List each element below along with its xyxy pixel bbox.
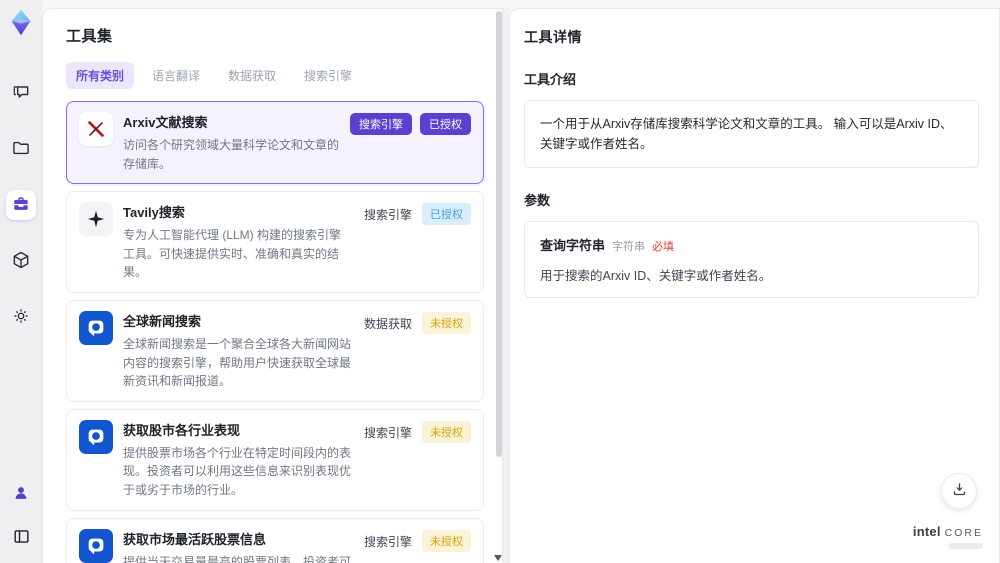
detail-title: 工具详情 (524, 29, 582, 45)
tool-list: Arxiv文献搜索 访问各个研究领域大量科学论文和文章的存储库。 搜索引擎 已授… (66, 101, 496, 563)
tool-name: 获取股市各行业表现 (123, 422, 241, 438)
sidebar-item-profile[interactable] (6, 479, 36, 509)
sidebar-item-packages[interactable] (6, 246, 36, 276)
tool-card-arxiv[interactable]: Arxiv文献搜索 访问各个研究领域大量科学论文和文章的存储库。 搜索引擎 已授… (66, 101, 484, 185)
tool-detail-panel: 工具详情 工具介绍 一个用于从Arxiv存储库搜索科学论文和文章的工具。 输入可… (509, 8, 1000, 563)
tool-card-active-stocks[interactable]: 获取市场最活跃股票信息 提供当天交易量最高的股票列表，投资者可以利用这些信息来识… (66, 517, 484, 563)
tool-desc: 全球新闻搜索是一个聚合全球各大新闻网站内容的搜索引擎，帮助用户快速获取全球最新资… (123, 336, 352, 389)
tool-card-tavily[interactable]: Tavily搜索 专为人工智能代理 (LLM) 构建的搜索引擎工具。可快速提供实… (66, 191, 484, 293)
arxiv-icon (79, 112, 113, 146)
toolbox-icon (11, 194, 31, 217)
sidebar-item-collapse[interactable] (6, 523, 36, 553)
page-title: 工具集 (66, 28, 113, 45)
tool-desc: 访问各个研究领域大量科学论文和文章的存储库。 (123, 138, 340, 171)
param-box: 查询字符串 字符串 必填 用于搜索的Arxiv ID、关键字或作者姓名。 (524, 221, 979, 298)
tool-card-stock-industry[interactable]: 获取股市各行业表现 提供股票市场各个行业在特定时间段内的表现。投资者可以利用这些… (66, 408, 484, 511)
tab-language-translation[interactable]: 语言翻译 (142, 62, 210, 89)
scrollbar-thumb[interactable] (496, 11, 502, 458)
category-label: 搜索引擎 (363, 534, 412, 549)
tool-list-panel: 工具集 所有类别 语言翻译 数据获取 搜索引擎 Arxiv文献搜索 访问各个研究… (42, 8, 503, 563)
tool-name: Arxiv文献搜索 (123, 115, 208, 130)
news-app-icon (79, 419, 113, 454)
tool-name: Tavily搜索 (123, 205, 185, 221)
category-label: 搜索引擎 (363, 208, 412, 223)
param-name: 查询字符串 (540, 238, 606, 253)
user-icon (11, 483, 31, 506)
news-app-icon (79, 528, 113, 563)
folder-icon (11, 138, 31, 161)
tool-desc: 提供当天交易量最高的股票列表，投资者可以利用这些信息来识别流动性强的股票和潜在的… (123, 554, 352, 563)
news-app-icon (79, 310, 113, 345)
intel-core-logo: intel CORE (913, 525, 983, 549)
param-header-row: 查询字符串 字符串 必填 (540, 235, 963, 255)
status-badge: 未授权 (422, 529, 471, 552)
tool-name: 全球新闻搜索 (123, 313, 202, 329)
tool-desc: 专为人工智能代理 (LLM) 构建的搜索引擎工具。可快速提供实时、准确和真实的结… (123, 228, 342, 280)
params-section-header: 参数 (524, 193, 551, 208)
download-icon (951, 481, 968, 501)
cube-icon (11, 250, 31, 273)
tab-data-fetch[interactable]: 数据获取 (218, 62, 286, 89)
core-wordmark: CORE (944, 527, 983, 540)
chat-icon (11, 82, 31, 105)
sidebar-item-tools[interactable] (6, 190, 36, 220)
app-window: 工具集 所有类别 语言翻译 数据获取 搜索引擎 Arxiv文献搜索 访问各个研究… (0, 0, 1000, 563)
sidebar-item-files[interactable] (6, 134, 36, 164)
panel-toggle-icon (12, 527, 31, 549)
intel-sub-badge (949, 543, 983, 549)
category-label: 搜索引擎 (363, 425, 412, 440)
category-tabs: 所有类别 语言翻译 数据获取 搜索引擎 (66, 62, 496, 89)
intel-wordmark: intel (912, 524, 941, 540)
status-badge: 未授权 (422, 420, 471, 443)
app-logo-icon[interactable] (6, 8, 36, 38)
gear-icon (11, 306, 31, 329)
list-scrollbar[interactable] (494, 11, 502, 561)
param-required-badge: 必填 (652, 241, 675, 253)
status-badge: 已授权 (420, 113, 471, 135)
tool-name: 获取市场最活跃股票信息 (123, 531, 267, 547)
param-desc: 用于搜索的Arxiv ID、关键字或作者姓名。 (540, 269, 772, 283)
tool-card-global-news[interactable]: 全球新闻搜索 全球新闻搜索是一个聚合全球各大新闻网站内容的搜索引擎，帮助用户快速… (66, 299, 484, 402)
tavily-star-icon (79, 202, 113, 237)
sidebar (0, 0, 42, 563)
download-button[interactable] (941, 473, 977, 509)
intro-text: 一个用于从Arxiv存储库搜索科学论文和文章的工具。 输入可以是Arxiv ID… (540, 117, 953, 151)
tab-search-engine[interactable]: 搜索引擎 (294, 62, 362, 89)
param-type: 字符串 (612, 241, 646, 253)
tab-all-categories[interactable]: 所有类别 (66, 62, 135, 89)
content-area: 工具集 所有类别 语言翻译 数据获取 搜索引擎 Arxiv文献搜索 访问各个研究… (42, 0, 1000, 563)
intro-section-header: 工具介绍 (524, 72, 577, 87)
scrollbar-down-arrow[interactable] (494, 555, 502, 561)
intro-box: 一个用于从Arxiv存储库搜索科学论文和文章的工具。 输入可以是Arxiv ID… (524, 100, 979, 168)
category-badge: 搜索引擎 (350, 113, 412, 135)
status-badge: 已授权 (422, 203, 471, 226)
sidebar-item-settings[interactable] (6, 302, 36, 332)
status-badge: 未授权 (422, 311, 471, 334)
category-label: 数据获取 (363, 316, 412, 331)
sidebar-item-chat[interactable] (6, 78, 36, 108)
tool-desc: 提供股票市场各个行业在特定时间段内的表现。投资者可以利用这些信息来识别表现优于或… (123, 445, 352, 497)
